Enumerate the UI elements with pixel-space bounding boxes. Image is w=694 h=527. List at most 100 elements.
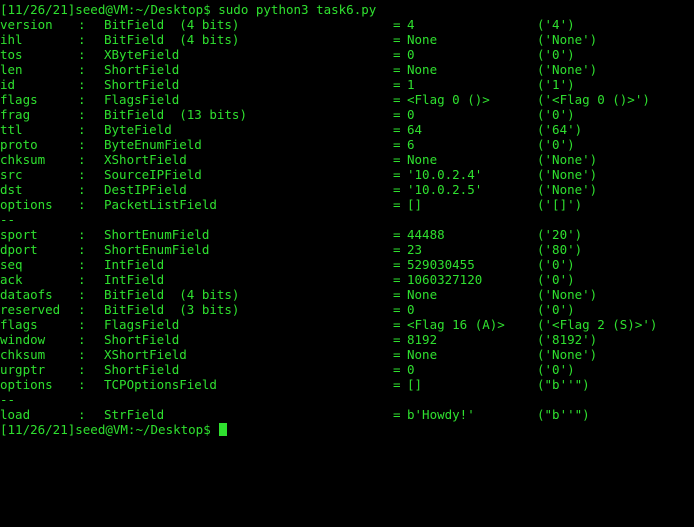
field-colon: : [78,407,86,422]
field-row: frag : BitField (13 bits) = 0 ('0') [0,107,694,122]
field-value: b'Howdy!' [407,407,475,422]
field-colon: : [78,302,86,317]
field-value: '10.0.2.4' [407,167,483,182]
field-row: tos : XByteField = 0 ('0') [0,47,694,62]
separator-text: -- [0,212,16,227]
field-value: 529030455 [407,257,475,272]
field-equals: = [393,362,401,377]
field-default: ('0') [537,47,575,62]
field-equals: = [393,107,401,122]
field-name: load [0,407,31,422]
field-equals: = [393,137,401,152]
field-type: BitField (3 bits) [104,302,240,317]
field-type: BitField (4 bits) [104,32,240,47]
field-row: src : SourceIPField = '10.0.2.4' ('None'… [0,167,694,182]
field-type: ByteEnumField [104,137,202,152]
field-value: <Flag 0 ()> [407,92,490,107]
field-row: chksum : XShortField = None ('None') [0,152,694,167]
field-type: TCPOptionsField [104,377,217,392]
field-value: None [407,62,438,77]
field-equals: = [393,317,401,332]
field-type: ShortField [104,332,180,347]
field-type: FlagsField [104,317,180,332]
field-name: sport [0,227,38,242]
field-value: [] [407,377,423,392]
field-name: reserved [0,302,61,317]
field-value: '10.0.2.5' [407,182,483,197]
field-colon: : [78,197,86,212]
field-equals: = [393,92,401,107]
field-equals: = [393,287,401,302]
field-row: dataofs : BitField (4 bits) = None ('Non… [0,287,694,302]
field-default: ('None') [537,182,598,197]
field-default: ('None') [537,287,598,302]
field-default: ('0') [537,137,575,152]
field-value: 1060327120 [407,272,483,287]
field-value: None [407,152,438,167]
field-value: 44488 [407,227,445,242]
field-row: flags : FlagsField = <Flag 0 ()> ('<Flag… [0,92,694,107]
field-default: ('0') [537,362,575,377]
field-type: XByteField [104,47,180,62]
field-row: options : TCPOptionsField = [] ("b''") [0,377,694,392]
field-colon: : [78,122,86,137]
field-row: ttl : ByteField = 64 ('64') [0,122,694,137]
field-value: [] [407,197,423,212]
field-name: proto [0,137,38,152]
raw-layer-section: load : StrField = b'Howdy!' ("b''") [0,407,694,422]
field-value: 23 [407,242,423,257]
field-equals: = [393,332,401,347]
field-default: ("b''") [537,407,590,422]
field-equals: = [393,347,401,362]
field-colon: : [78,77,86,92]
field-equals: = [393,242,401,257]
field-colon: : [78,92,86,107]
field-name: seq [0,257,23,272]
field-row: len : ShortField = None ('None') [0,62,694,77]
field-value: 0 [407,362,415,377]
field-type: BitField (4 bits) [104,287,240,302]
field-row: urgptr : ShortField = 0 ('0') [0,362,694,377]
field-colon: : [78,287,86,302]
field-type: ShortEnumField [104,242,210,257]
field-colon: : [78,317,86,332]
field-colon: : [78,362,86,377]
command-prompt: [11/26/21]seed@VM:~/Desktop$ sudo python… [0,2,377,17]
field-default: ('80') [537,242,583,257]
terminal-window[interactable]: [11/26/21]seed@VM:~/Desktop$ sudo python… [0,0,694,447]
field-colon: : [78,347,86,362]
ip-layer-section: version : BitField (4 bits) = 4 ('4') ih… [0,17,694,212]
field-type: BitField (4 bits) [104,17,240,32]
input-line[interactable]: [11/26/21]seed@VM:~/Desktop$ [0,422,694,437]
field-equals: = [393,407,401,422]
field-type: ByteField [104,122,172,137]
field-type: IntField [104,272,165,287]
field-colon: : [78,62,86,77]
field-row: window : ShortField = 8192 ('8192') [0,332,694,347]
field-equals: = [393,62,401,77]
shell-prompt-group: [11/26/21]seed@VM:~/Desktop$ [0,422,228,437]
separator-text: -- [0,392,16,407]
field-type: XShortField [104,347,187,362]
field-row: seq : IntField = 529030455 ('0') [0,257,694,272]
field-equals: = [393,227,401,242]
field-default: ('0') [537,272,575,287]
field-default: ('None') [537,62,598,77]
field-default: ('0') [537,302,575,317]
field-colon: : [78,227,86,242]
field-default: ("b''") [537,377,590,392]
field-equals: = [393,47,401,62]
field-equals: = [393,122,401,137]
field-name: dport [0,242,38,257]
field-colon: : [78,47,86,62]
field-row: proto : ByteEnumField = 6 ('0') [0,137,694,152]
field-equals: = [393,182,401,197]
field-colon: : [78,272,86,287]
field-type: FlagsField [104,92,180,107]
field-equals: = [393,17,401,32]
field-type: ShortEnumField [104,227,210,242]
field-name: chksum [0,152,46,167]
field-value: <Flag 16 (A)> [407,317,505,332]
field-name: chksum [0,347,46,362]
field-equals: = [393,302,401,317]
